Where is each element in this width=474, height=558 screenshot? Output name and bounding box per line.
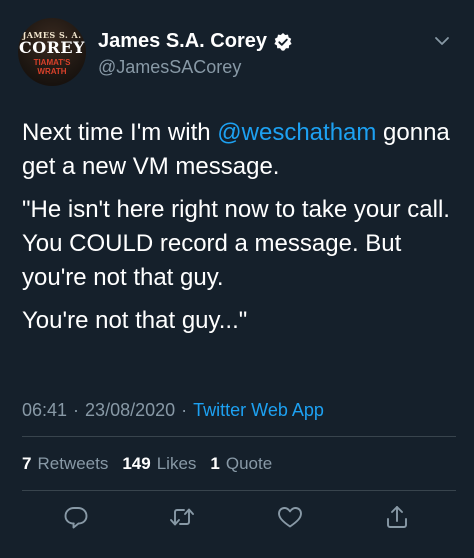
retweets-count: 7 (22, 454, 32, 473)
author-name-row[interactable]: James S.A. Corey (98, 30, 293, 53)
share-icon[interactable] (383, 503, 411, 531)
tweet-paragraph-3: You're not that guy..." (22, 307, 248, 334)
avatar-sub-text-2: WRATH (37, 67, 67, 76)
avatar-sub-text: TIAMAT'S WRATH (18, 58, 86, 76)
quotes-stat[interactable]: 1 Quote (210, 454, 272, 474)
tweet-paragraph-2: "He isn't here right now to take your ca… (22, 196, 450, 291)
likes-count: 149 (122, 454, 151, 473)
engagement-stats: 7 Retweets 149 Likes 1 Quote (22, 454, 286, 474)
like-icon[interactable] (276, 503, 304, 531)
meta-separator: · (73, 400, 80, 420)
tweet-text-prefix: Next time I'm with (22, 119, 218, 146)
likes-stat[interactable]: 149 Likes (122, 454, 196, 474)
avatar-sub-text-1: TIAMAT'S (33, 58, 71, 67)
tweet-time[interactable]: 06:41 (22, 400, 67, 421)
likes-label: Likes (156, 454, 197, 473)
retweet-icon[interactable] (168, 503, 196, 531)
tweet-text: Next time I'm with @weschatham gonna get… (22, 116, 462, 347)
mention-link[interactable]: @weschatham (217, 119, 376, 146)
tweet-date[interactable]: 23/08/2020 (85, 400, 175, 421)
caret-down-icon[interactable] (434, 34, 450, 48)
author-handle[interactable]: @JamesSACorey (98, 57, 241, 78)
avatar-main-text: COREY (18, 38, 86, 57)
quotes-label: Quote (225, 454, 273, 473)
display-name[interactable]: James S.A. Corey (98, 30, 267, 53)
reply-icon[interactable] (62, 503, 90, 531)
retweets-stat[interactable]: 7 Retweets (22, 454, 108, 474)
verified-badge-icon (273, 32, 293, 52)
retweets-label: Retweets (37, 454, 109, 473)
divider (22, 436, 456, 437)
quotes-count: 1 (210, 454, 220, 473)
tweet-paragraph-1: Next time I'm with @weschatham gonna get… (22, 116, 462, 184)
tweet-card: JAMES S. A. COREY TIAMAT'S WRATH James S… (0, 0, 474, 558)
avatar[interactable]: JAMES S. A. COREY TIAMAT'S WRATH (18, 18, 86, 86)
source-app-link[interactable]: Twitter Web App (193, 400, 324, 421)
tweet-meta: 06:41 · 23/08/2020 · Twitter Web App (22, 400, 324, 421)
divider (22, 490, 456, 491)
meta-separator: · (181, 400, 188, 420)
